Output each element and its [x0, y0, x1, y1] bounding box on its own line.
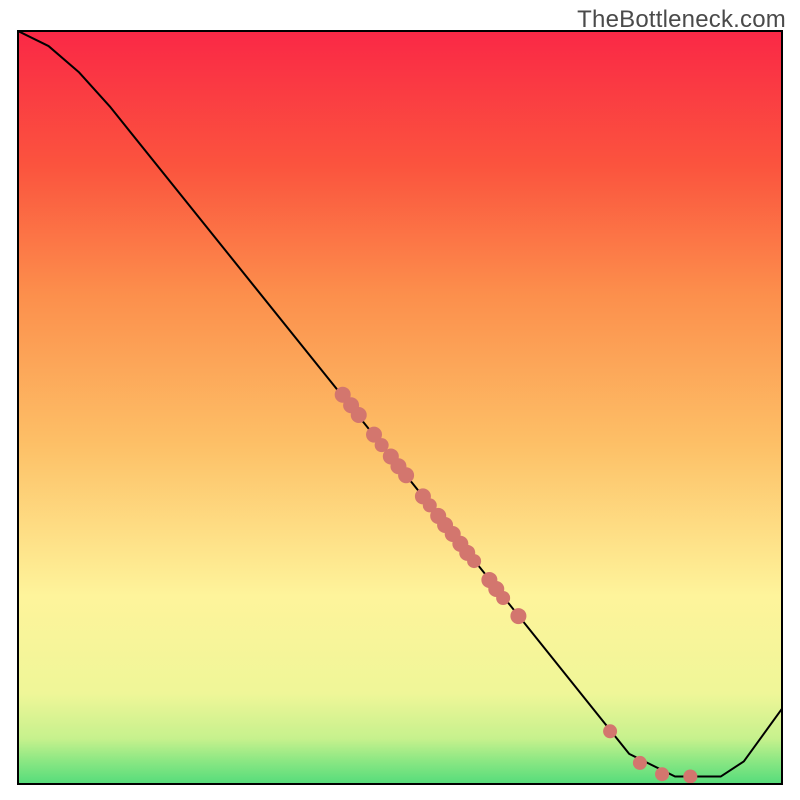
chart-background [18, 31, 782, 784]
curve-marker [633, 756, 647, 770]
curve-marker [510, 608, 526, 624]
curve-marker [467, 554, 481, 568]
curve-marker [655, 767, 669, 781]
curve-marker [603, 724, 617, 738]
curve-marker [351, 407, 367, 423]
chart-svg [17, 30, 783, 785]
curve-marker [683, 769, 697, 783]
chart-plot [17, 30, 783, 785]
curve-marker [398, 467, 414, 483]
watermark-text: TheBottleneck.com [577, 6, 786, 34]
curve-marker [496, 591, 510, 605]
